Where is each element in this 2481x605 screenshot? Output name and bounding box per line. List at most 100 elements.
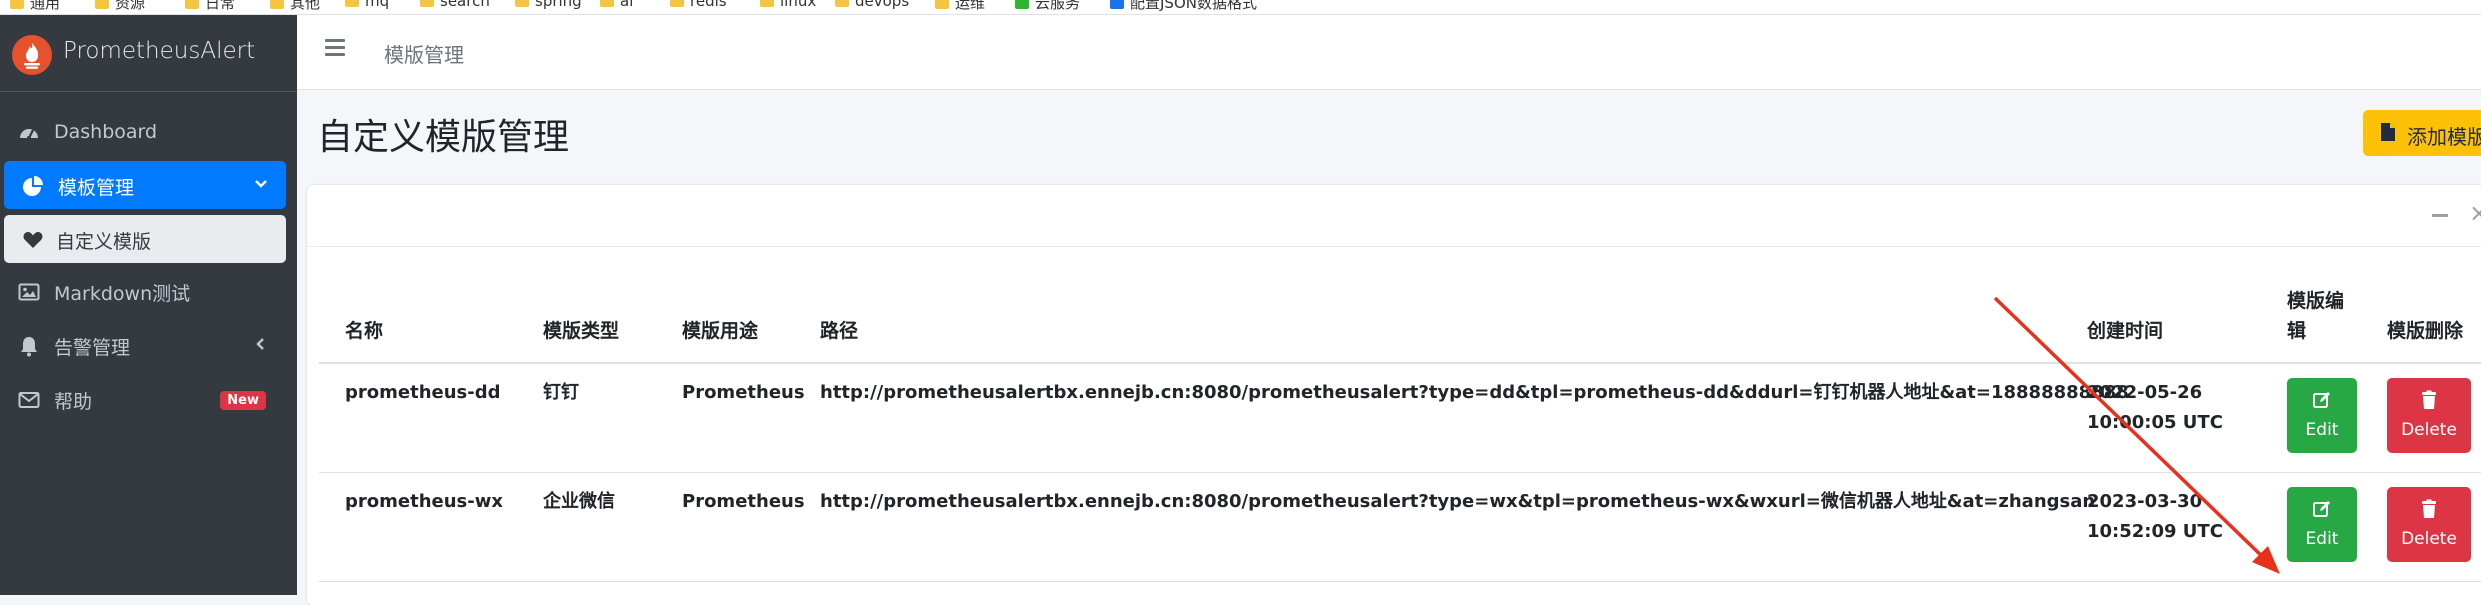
tachometer-icon [20,129,38,140]
sidebar-item-label: 模板管理 [58,177,135,199]
page-title: 自定义模版管理 [317,117,570,158]
folder-icon [270,0,284,9]
cell-path: http://prometheusalertbx.ennejb.cn:8080/… [820,382,2129,403]
cell-type: 企业微信 [543,491,615,512]
sidebar-item-template-management[interactable]: 模板管理 [4,161,286,209]
breadcrumb[interactable]: 模版管理 [384,39,464,68]
file-icon [2381,123,2395,141]
bookmark-icon [1015,0,1029,9]
folder-icon [670,0,684,7]
bookmark-item[interactable]: mq [345,0,389,10]
column-header-type: 模版类型 [543,320,620,342]
column-header-edit-line1: 模版编 [2287,290,2345,312]
bookmark-item[interactable]: linux [760,0,816,10]
cell-usage: Prometheus [682,382,805,403]
sidebar-item-label: Dashboard [54,121,158,143]
folder-icon [600,0,614,7]
cell-created: 2022-05-26 10:00:05 UTC [2087,378,2223,438]
delete-button[interactable]: Delete [2387,378,2471,453]
bookmark-item[interactable]: 配置JSON数据格式 [1110,0,1257,13]
sidebar-item-markdown-test[interactable]: Markdown测试 [0,267,286,315]
bookmark-item[interactable]: redis [670,0,727,10]
cell-usage: Prometheus [682,491,805,512]
row-divider [319,472,2481,473]
envelope-icon [18,392,40,408]
sidebar-item-help[interactable]: 帮助 New [0,375,286,423]
add-template-button[interactable]: 添加模版 [2363,110,2481,156]
bookmark-item[interactable]: 通用 [10,0,60,13]
delete-label: Delete [2401,420,2457,440]
bookmark-item[interactable]: 资源 [95,0,145,13]
bookmark-item[interactable]: devops [835,0,909,10]
column-header-created: 创建时间 [2087,320,2164,342]
trash-icon [2422,390,2436,409]
cell-created-date: 2022-05-26 [2087,382,2203,403]
column-header-name: 名称 [345,320,384,342]
bookmark-icon [1110,0,1124,9]
trash-icon [2422,499,2436,518]
sidebar-item-label: 自定义模版 [56,231,152,253]
bookmark-item[interactable]: ai [600,0,633,10]
image-icon [18,283,40,301]
top-navbar: 模版管理 [297,15,2481,90]
cell-created-time: 10:52:09 UTC [2087,521,2223,542]
folder-icon [185,0,199,9]
folder-icon [760,0,774,7]
bookmark-item[interactable]: search [420,0,490,10]
sidebar-item-custom-templates[interactable]: 自定义模版 [4,215,286,263]
chart-pie-icon [23,176,43,196]
brand-title: PrometheusAlert [63,38,256,64]
bookmark-item[interactable]: 云服务 [1015,0,1080,13]
delete-label: Delete [2401,529,2457,549]
bookmark-item[interactable]: 其他 [270,0,320,13]
add-template-label: 添加模版 [2407,125,2481,149]
bell-icon [21,337,37,357]
minimize-icon[interactable] [2432,214,2448,217]
cell-type: 钉钉 [543,382,579,403]
table-header-divider [319,362,2481,364]
folder-icon [420,0,434,7]
column-header-delete: 模版删除 [2387,320,2464,342]
edit-label: Edit [2305,529,2339,549]
edit-label: Edit [2305,420,2339,440]
edit-button[interactable]: Edit [2287,378,2357,453]
sidebar-item-label: Markdown测试 [54,283,191,305]
folder-icon [95,0,109,9]
bookmark-item[interactable]: 运维 [935,0,985,13]
bookmark-item[interactable]: spring [515,0,582,10]
cell-name: prometheus-wx [345,491,503,512]
card-header: × [307,185,2481,247]
sidebar-item-label: 帮助 [54,391,93,413]
folder-icon [345,0,359,7]
column-header-edit-line2: 辑 [2287,320,2307,342]
close-icon[interactable]: × [2469,199,2481,227]
sidebar-item-label: 告警管理 [54,337,131,359]
menu-toggle-icon[interactable] [325,39,345,57]
chevron-left-icon [256,338,264,350]
column-header-usage: 模版用途 [682,320,759,342]
prometheus-logo-icon [12,35,52,75]
templates-card: × 名称 模版类型 模版用途 路径 创建时间 模版编 辑 模版删除 promet… [307,185,2481,605]
folder-icon [835,0,849,7]
cell-name: prometheus-dd [345,382,501,403]
delete-button[interactable]: Delete [2387,487,2471,562]
folder-icon [515,0,529,7]
edit-icon [2313,392,2330,408]
column-header-edit: 模版编 辑 [2287,286,2344,346]
sidebar-item-alert-management[interactable]: 告警管理 [0,321,286,369]
cell-path: http://prometheusalertbx.ennejb.cn:8080/… [820,491,2096,512]
row-divider [319,581,2481,582]
cell-created-time: 10:00:05 UTC [2087,412,2223,433]
bookmarks-bar: 通用 资源 日常 其他 mq search spring ai redis li… [0,0,2481,15]
edit-icon [2313,501,2330,517]
sidebar-item-dashboard[interactable]: Dashboard [0,109,286,157]
cell-created-date: 2023-03-30 [2087,491,2203,512]
column-header-path: 路径 [820,320,859,342]
folder-icon [10,0,24,9]
new-badge: New [220,391,266,410]
sidebar: PrometheusAlert Dashboard 模板管理 自定义模版 Mar… [0,15,297,595]
folder-icon [935,0,949,9]
bookmark-item[interactable]: 日常 [185,0,235,13]
brand-link[interactable]: PrometheusAlert [0,15,297,92]
edit-button[interactable]: Edit [2287,487,2357,562]
